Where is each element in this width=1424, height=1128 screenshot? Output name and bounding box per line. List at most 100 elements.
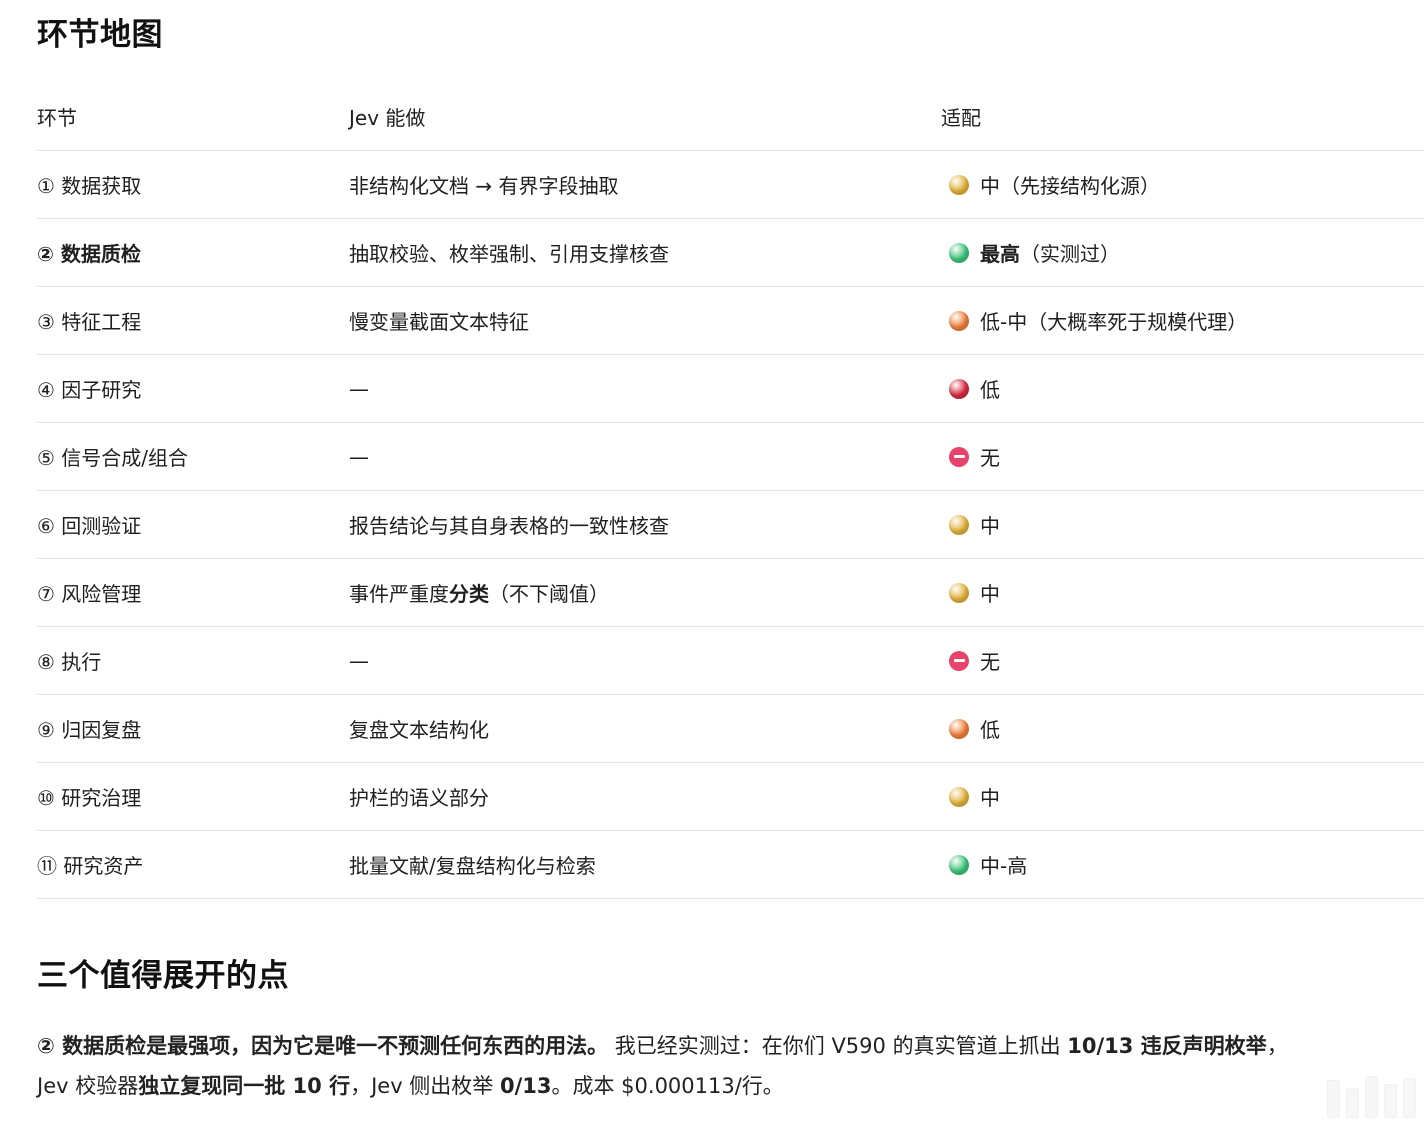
fit-rating: 无 <box>941 442 1424 471</box>
fit-rating: 中（先接结构化源） <box>941 170 1424 199</box>
can-do-cell: — <box>349 626 941 695</box>
table-row: ⑪ 研究资产 批量文献/复盘结构化与检索 中-高 <box>37 830 1424 899</box>
status-dot-icon <box>949 854 969 875</box>
stage-cell: ② 数据质检 <box>37 218 349 287</box>
fit-cell: 无 <box>941 626 1424 695</box>
table-row: ③ 特征工程 慢变量截面文本特征 低-中（大概率死于规模代理） <box>37 286 1424 355</box>
fit-cell: 中 <box>941 558 1424 627</box>
stage-cell: ⑤ 信号合成/组合 <box>37 422 349 491</box>
fit-rating: 无 <box>941 646 1424 675</box>
stage-cell: ⑥ 回测验证 <box>37 490 349 559</box>
can-do-cell: 事件严重度分类（不下阈值） <box>349 558 941 627</box>
status-dot-icon <box>949 242 969 263</box>
fit-cell: 最高 （实测过） <box>941 218 1424 287</box>
table-row: ⑤ 信号合成/组合 — 无 <box>37 422 1424 491</box>
can-do-cell: 报告结论与其自身表格的一致性核查 <box>349 490 941 559</box>
column-header-can-do: Jev 能做 <box>349 82 941 151</box>
can-do-text: （不下阈值） <box>489 582 609 606</box>
column-header-stage: 环节 <box>37 82 349 151</box>
section-heading-three-points: 三个值得展开的点 <box>37 958 289 994</box>
fit-label: 中 <box>980 582 1000 606</box>
can-do-cell: 非结构化文档 → 有界字段抽取 <box>349 150 941 219</box>
stage-cell: ⑨ 归因复盘 <box>37 694 349 763</box>
fit-rating: 低 <box>941 374 1424 403</box>
status-dot-icon <box>949 582 969 603</box>
can-do-emphasis: 分类 <box>449 582 489 606</box>
paragraph-text: ，Jev 侧出枚举 <box>350 1074 500 1098</box>
column-header-fit: 适配 <box>941 82 1424 151</box>
no-entry-icon <box>949 446 969 467</box>
stage-cell: ⑩ 研究治理 <box>37 762 349 831</box>
stage-cell: ① 数据获取 <box>37 150 349 219</box>
table-row: ② 数据质检 抽取校验、枚举强制、引用支撑核查 最高 （实测过） <box>37 218 1424 287</box>
stage-cell: ⑦ 风险管理 <box>37 558 349 627</box>
fit-label: 中 <box>980 786 1000 810</box>
table-row: ⑨ 归因复盘 复盘文本结构化 低 <box>37 694 1424 763</box>
fit-label: 中 <box>980 514 1000 538</box>
table-header-row: 环节 Jev 能做 适配 <box>37 82 1424 151</box>
can-do-cell: 慢变量截面文本特征 <box>349 286 941 355</box>
fit-cell: 无 <box>941 422 1424 491</box>
paragraph-lead: ② 数据质检是最强项，因为它是唯一不预测任何东西的用法。 <box>37 1034 609 1058</box>
fit-cell: 低 <box>941 354 1424 423</box>
fit-cell: 中-高 <box>941 830 1424 899</box>
fit-label: 无 <box>980 650 1000 674</box>
can-do-cell: — <box>349 354 941 423</box>
paragraph-emphasis: 10/13 违反声明枚举 <box>1067 1034 1267 1058</box>
status-dot-icon <box>949 786 969 807</box>
fit-cell: 低 <box>941 694 1424 763</box>
can-do-cell: 抽取校验、枚举强制、引用支撑核查 <box>349 218 941 287</box>
fit-cell: 中 <box>941 490 1424 559</box>
status-dot-icon <box>949 718 969 739</box>
fit-cell: 中（先接结构化源） <box>941 150 1424 219</box>
status-dot-icon <box>949 310 969 331</box>
stage-cell: ⑪ 研究资产 <box>37 830 349 899</box>
table-row: ⑦ 风险管理 事件严重度分类（不下阈值） 中 <box>37 558 1424 627</box>
stage-cell: ④ 因子研究 <box>37 354 349 423</box>
fit-rating: 中 <box>941 578 1424 607</box>
watermark-logo <box>1327 1076 1416 1118</box>
paragraph-data-quality: ② 数据质检是最强项，因为它是唯一不预测任何东西的用法。 我已经实测过：在你们 … <box>37 1026 1424 1106</box>
stage-cell: ⑧ 执行 <box>37 626 349 695</box>
stage-cell: ③ 特征工程 <box>37 286 349 355</box>
table-row: ④ 因子研究 — 低 <box>37 354 1424 423</box>
fit-emphasis: 最高 <box>980 242 1020 266</box>
fit-label: 无 <box>980 446 1000 470</box>
table-row: ⑧ 执行 — 无 <box>37 626 1424 695</box>
table-row: ⑥ 回测验证 报告结论与其自身表格的一致性核查 中 <box>37 490 1424 559</box>
no-entry-icon <box>949 650 969 671</box>
status-dot-icon <box>949 378 969 399</box>
can-do-cell: 批量文献/复盘结构化与检索 <box>349 830 941 899</box>
fit-label: 中（先接结构化源） <box>980 174 1160 198</box>
fit-label: 低 <box>980 718 1000 742</box>
fit-rating: 低-中（大概率死于规模代理） <box>941 306 1424 335</box>
table-row: ⑩ 研究治理 护栏的语义部分 中 <box>37 762 1424 831</box>
paragraph-text: 。成本 $0.000113/行。 <box>551 1074 784 1098</box>
status-dot-icon <box>949 514 969 535</box>
can-do-text: 事件严重度 <box>349 582 449 606</box>
fit-rating: 低 <box>941 714 1424 743</box>
status-dot-icon <box>949 174 969 195</box>
can-do-cell: 复盘文本结构化 <box>349 694 941 763</box>
fit-rating: 中 <box>941 510 1424 539</box>
fit-label: 中-高 <box>980 854 1028 878</box>
fit-cell: 中 <box>941 762 1424 831</box>
paragraph-text: Jev 校验器 <box>37 1074 139 1098</box>
fit-label: （实测过） <box>1020 242 1120 266</box>
fit-cell: 低-中（大概率死于规模代理） <box>941 286 1424 355</box>
can-do-cell: 护栏的语义部分 <box>349 762 941 831</box>
section-heading-stage-map: 环节地图 <box>37 17 163 53</box>
paragraph-text: 我已经实测过：在你们 V590 的真实管道上抓出 <box>608 1034 1068 1058</box>
fit-label: 低 <box>980 378 1000 402</box>
fit-rating: 中-高 <box>941 850 1424 879</box>
paragraph-emphasis: 独立复现同一批 10 行 <box>138 1074 351 1098</box>
column-header-fit-label: 适配 <box>941 105 981 130</box>
stage-map-table: 环节 Jev 能做 适配 ① 数据获取 非结构化文档 → 有界字段抽取 中（先接结构… <box>37 82 1424 899</box>
paragraph-emphasis: 0/13 <box>499 1074 552 1098</box>
table-row: ① 数据获取 非结构化文档 → 有界字段抽取 中（先接结构化源） <box>37 150 1424 219</box>
fit-rating: 最高 （实测过） <box>941 238 1424 267</box>
fit-label: 低-中（大概率死于规模代理） <box>980 310 1248 334</box>
can-do-cell: — <box>349 422 941 491</box>
paragraph-text: ， <box>1266 1034 1288 1058</box>
fit-rating: 中 <box>941 782 1424 811</box>
